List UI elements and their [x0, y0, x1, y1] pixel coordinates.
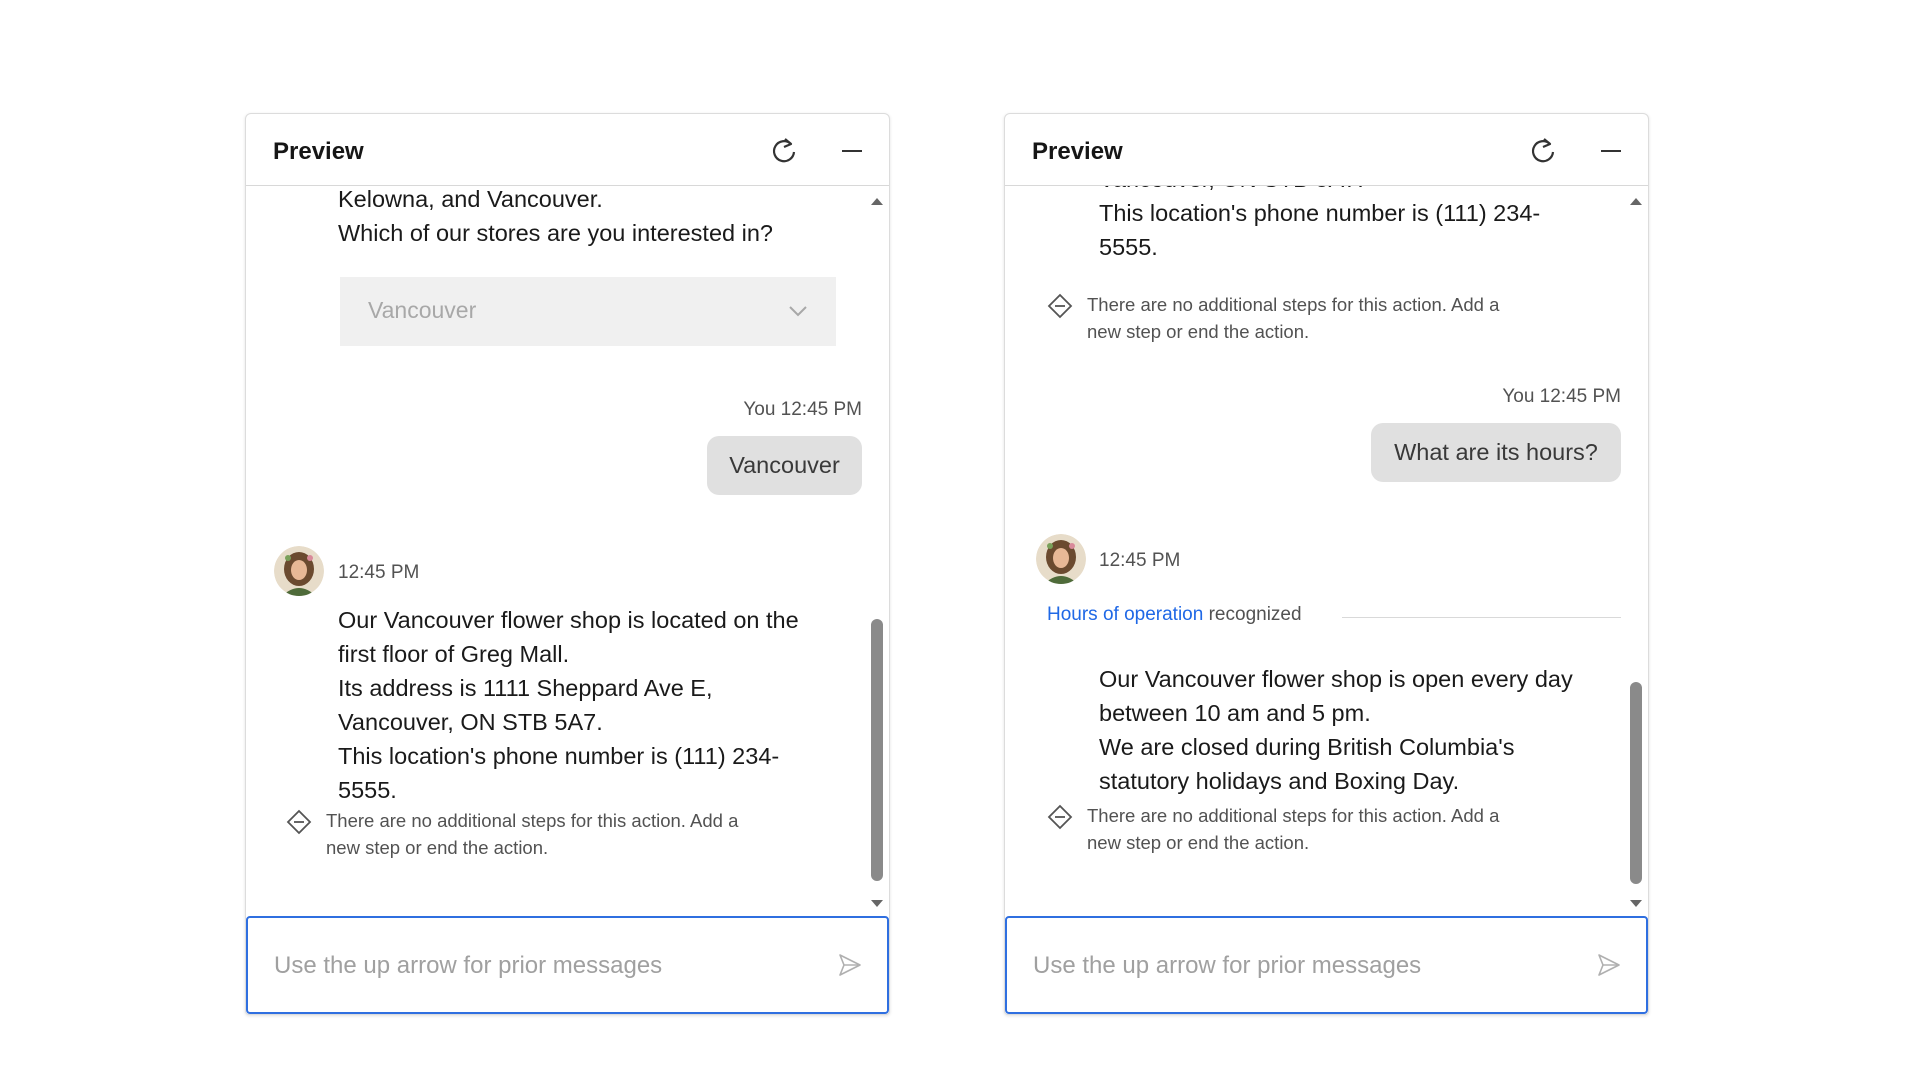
- bot-message-phone: Vancouver, ON STB 5A7. This location's p…: [1099, 186, 1540, 264]
- message-line: This location's phone number is (111) 23…: [1099, 200, 1541, 226]
- scroll-up-arrow-icon[interactable]: [870, 196, 884, 206]
- note-line: new step or end the action.: [326, 837, 549, 858]
- message-line: 5555.: [338, 777, 397, 803]
- preview-header: Preview: [246, 114, 889, 186]
- intent-recognized: Hours of operation recognized: [1047, 604, 1302, 626]
- user-message-meta: You 12:45 PM: [743, 399, 862, 420]
- message-line: Vancouver, ON STB 5A7.: [1099, 186, 1540, 196]
- message-line: Its address is 1111 Sheppard Ave E,: [338, 675, 713, 701]
- note-line: new step or end the action.: [1087, 832, 1310, 853]
- preview-title: Preview: [1032, 138, 1123, 165]
- intent-recognized-label: recognized: [1208, 604, 1302, 625]
- bot-avatar: [1036, 534, 1086, 584]
- preview-panel-right: Preview Vancouver, ON STB 5A7. This loca…: [1004, 113, 1649, 1015]
- minimize-icon[interactable]: [1596, 136, 1626, 166]
- chevron-down-icon: [789, 306, 807, 317]
- bot-message-intro: Kelowna, and Vancouver. Which of our sto…: [338, 186, 773, 250]
- message-line: 5555.: [1099, 234, 1158, 260]
- scroll-up-arrow-icon[interactable]: [1629, 196, 1643, 206]
- message-input[interactable]: [1031, 948, 1575, 984]
- send-icon[interactable]: [1596, 952, 1622, 978]
- scrollbar-thumb[interactable]: [871, 619, 883, 881]
- note-line: There are no additional steps for this a…: [326, 810, 739, 831]
- chat-transcript[interactable]: Vancouver, ON STB 5A7. This location's p…: [1005, 186, 1648, 915]
- scrollbar-thumb[interactable]: [1630, 682, 1642, 884]
- message-composer[interactable]: [1005, 916, 1648, 1014]
- diamond-step-icon: [286, 809, 312, 835]
- bot-avatar: [274, 546, 324, 596]
- divider: [1342, 617, 1621, 618]
- refresh-icon[interactable]: [1528, 136, 1558, 166]
- preview-title: Preview: [273, 138, 364, 165]
- message-line: Kelowna, and Vancouver.: [338, 186, 603, 212]
- user-message-bubble: Vancouver: [707, 436, 862, 495]
- chat-scrollbar[interactable]: [865, 186, 889, 915]
- scroll-down-arrow-icon[interactable]: [870, 899, 884, 909]
- chat-transcript[interactable]: Kelowna, and Vancouver. Which of our sto…: [246, 186, 889, 915]
- store-select-dropdown[interactable]: Vancouver: [340, 277, 836, 346]
- minimize-icon[interactable]: [837, 136, 867, 166]
- message-line: first floor of Greg Mall.: [338, 641, 570, 667]
- message-line: between 10 am and 5 pm.: [1099, 700, 1371, 726]
- message-line: Vancouver, ON STB 5A7.: [338, 709, 603, 735]
- diamond-step-icon: [1047, 293, 1073, 319]
- note-line: There are no additional steps for this a…: [1087, 805, 1500, 826]
- user-message-bubble: What are its hours?: [1371, 423, 1621, 482]
- message-input[interactable]: [272, 948, 816, 984]
- bot-message-time: 12:45 PM: [338, 562, 420, 583]
- chat-scrollbar[interactable]: [1624, 186, 1648, 915]
- intent-link[interactable]: Hours of operation: [1047, 604, 1203, 625]
- bot-message-reply: Our Vancouver flower shop is located on …: [338, 603, 799, 807]
- message-line: Our Vancouver flower shop is open every …: [1099, 666, 1573, 692]
- user-message-meta: You 12:45 PM: [1502, 386, 1621, 407]
- bot-message-reply: Our Vancouver flower shop is open every …: [1099, 662, 1573, 798]
- refresh-icon[interactable]: [769, 136, 799, 166]
- bot-message-time: 12:45 PM: [1099, 550, 1181, 571]
- message-line: We are closed during British Columbia's: [1099, 734, 1515, 760]
- message-line: Which of our stores are you interested i…: [338, 220, 773, 246]
- note-line: There are no additional steps for this a…: [1087, 294, 1500, 315]
- message-composer[interactable]: [246, 916, 889, 1014]
- message-line: This location's phone number is (111) 23…: [338, 743, 780, 769]
- preview-panel-left: Preview Kelowna, and Vancouver. Which of…: [245, 113, 890, 1015]
- send-icon[interactable]: [837, 952, 863, 978]
- note-line: new step or end the action.: [1087, 321, 1310, 342]
- scroll-down-arrow-icon[interactable]: [1629, 899, 1643, 909]
- message-line: Our Vancouver flower shop is located on …: [338, 607, 799, 633]
- preview-header: Preview: [1005, 114, 1648, 186]
- message-line: statutory holidays and Boxing Day.: [1099, 768, 1460, 794]
- diamond-step-icon: [1047, 804, 1073, 830]
- store-select-value: Vancouver: [368, 297, 477, 323]
